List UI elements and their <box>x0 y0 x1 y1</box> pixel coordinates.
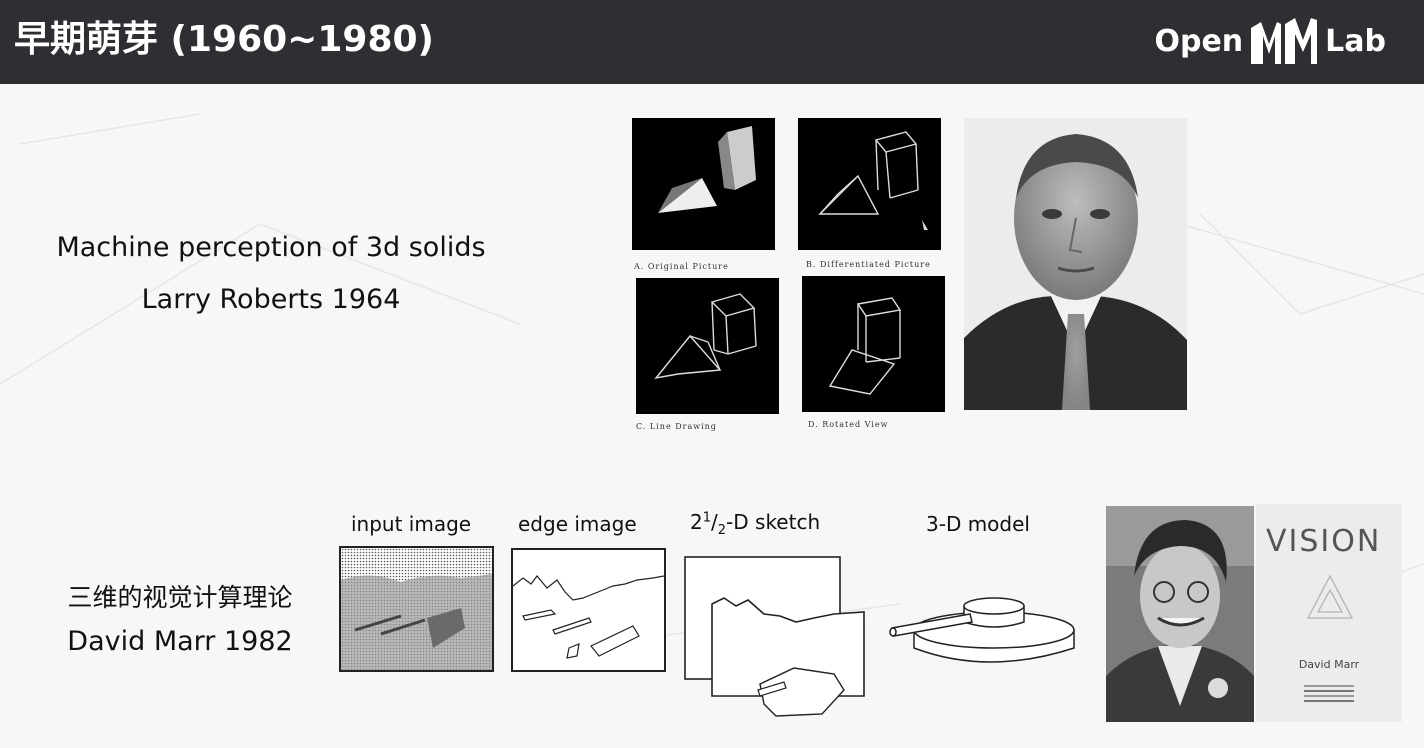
roberts-panel-differentiated <box>798 118 941 250</box>
sketch-image <box>684 556 866 722</box>
stage-label-input: input image <box>351 512 472 536</box>
input-image <box>339 546 494 672</box>
3d-model-image <box>888 590 1078 670</box>
roberts-panel-line-drawing <box>636 278 779 414</box>
marr-title: 三维的视觉计算理论 <box>67 583 293 612</box>
stage-label-3d: 3-D model <box>926 512 1030 536</box>
book-triangle-icon <box>1306 574 1354 619</box>
roberts-author: Larry Roberts 1964 <box>141 284 401 315</box>
stage-label-sketch: 21/2-D sketch <box>690 510 820 538</box>
vision-book-cover: VISION David Marr <box>1256 504 1402 722</box>
header-bar: 早期萌芽 (1960~1980) Open Lab <box>0 0 1424 84</box>
logo-text-lab: Lab <box>1325 23 1386 59</box>
caption-a: A. Original Picture <box>634 262 729 271</box>
mm-logo-icon <box>1251 18 1318 64</box>
edge-image <box>511 548 666 672</box>
book-small-print <box>1304 682 1354 705</box>
stage-label-edge: edge image <box>518 512 637 536</box>
page-title: 早期萌芽 (1960~1980) <box>14 19 434 60</box>
book-title: VISION <box>1266 524 1382 559</box>
roberts-title: Machine perception of 3d solids <box>56 232 486 263</box>
sketch-suffix: -D sketch <box>726 510 821 534</box>
marr-author: David Marr 1982 <box>67 626 293 657</box>
roberts-panel-original <box>632 118 775 250</box>
sketch-slash: / <box>711 510 718 534</box>
caption-b: B. Differentiated Picture <box>806 260 931 269</box>
book-author: David Marr <box>1298 658 1360 671</box>
sketch-sub: 2 <box>717 523 727 538</box>
caption-d: D. Rotated View <box>808 420 889 429</box>
roberts-panel-rotated <box>802 276 945 412</box>
david-marr-portrait <box>1106 506 1254 722</box>
openmmlab-logo: Open Lab <box>1154 14 1386 68</box>
sketch-prefix: 2 <box>690 510 703 534</box>
larry-roberts-portrait <box>964 118 1187 410</box>
caption-c: C. Line Drawing <box>636 422 717 431</box>
sketch-sup: 1 <box>702 510 712 526</box>
logo-text-open: Open <box>1154 23 1244 59</box>
